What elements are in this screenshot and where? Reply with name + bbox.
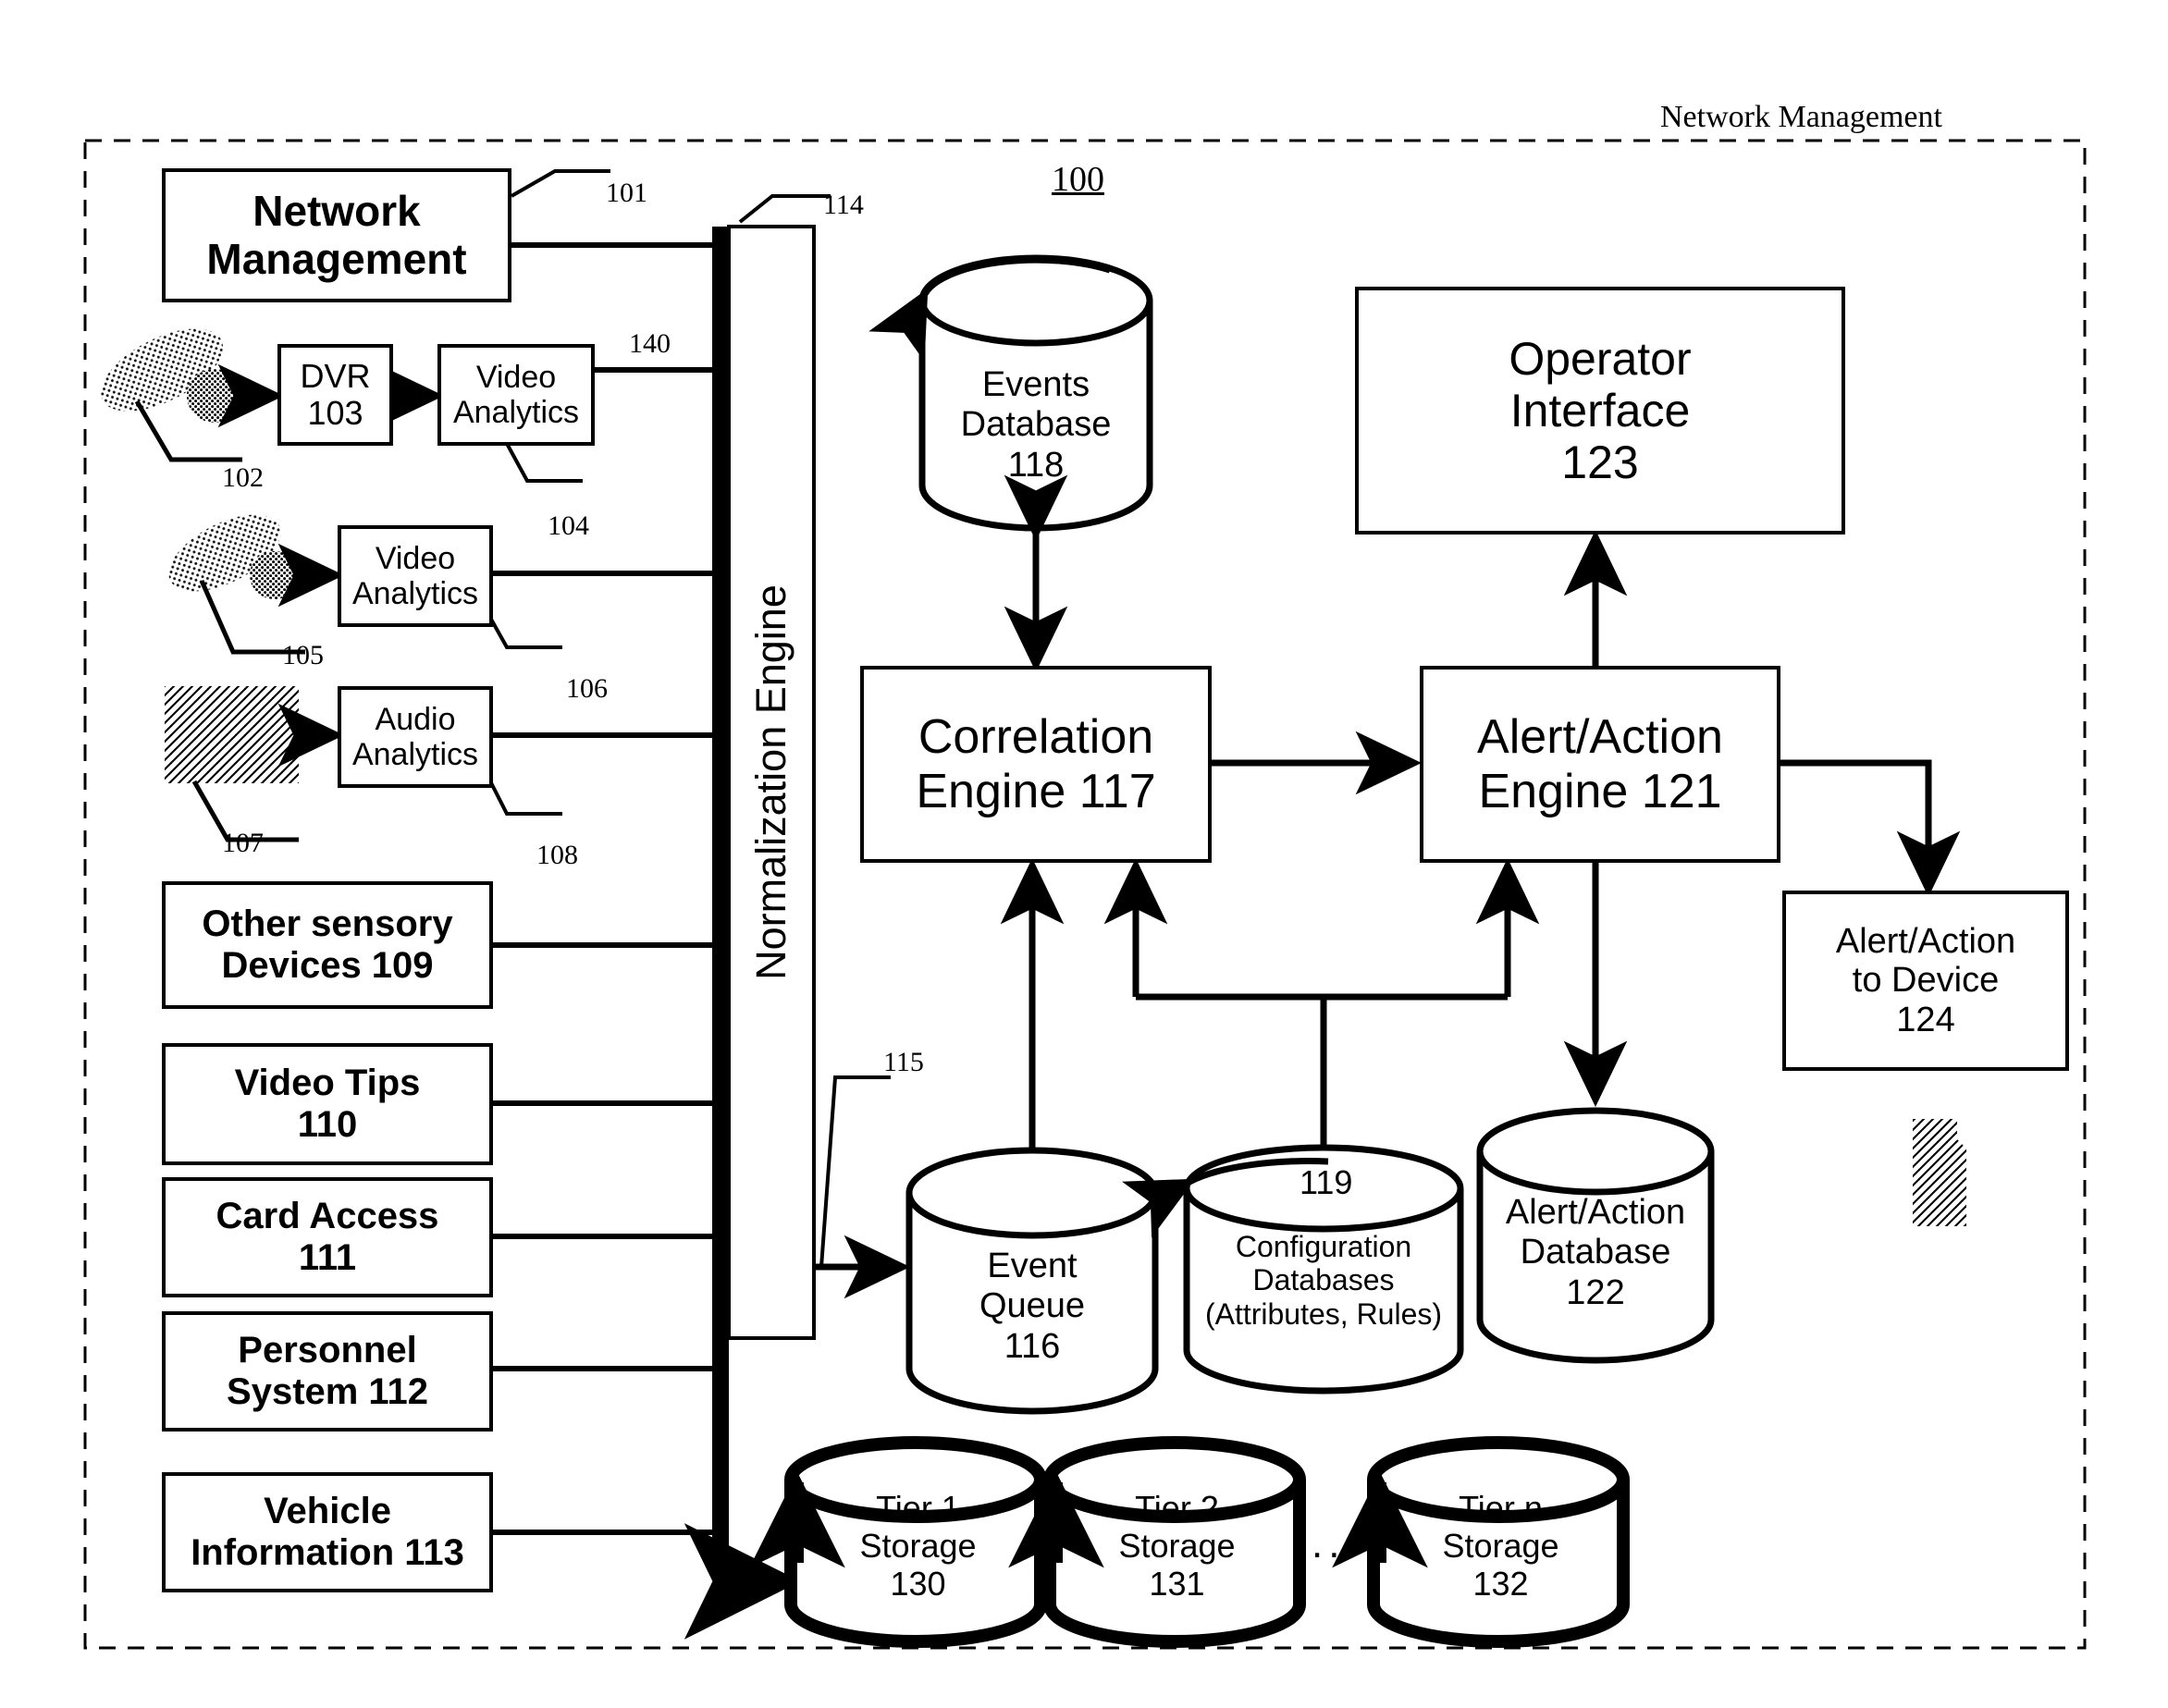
vehicle-information-line1: Vehicle xyxy=(264,1491,391,1532)
vehicle-information-line2: Information 113 xyxy=(191,1532,464,1573)
dvr-line2: 103 xyxy=(307,394,363,432)
audio-analytics-line2: Analytics xyxy=(351,737,479,772)
other-sensory-line2: Devices 109 xyxy=(221,945,434,986)
alert-action-database-cylinder xyxy=(1476,1107,1715,1364)
block-other-sensory-devices[interactable]: Other sensory Devices 109 xyxy=(162,881,493,1009)
leader-101 xyxy=(511,169,610,198)
other-sensory-line1: Other sensory xyxy=(202,903,453,945)
events-database-cylinder xyxy=(918,254,1153,532)
ref-100: 100 xyxy=(1052,160,1104,199)
video-analytics-2-line1: Video xyxy=(375,540,456,576)
config-db-feed-bus xyxy=(1132,869,1511,1148)
correlation-engine-line2: Engine 117 xyxy=(916,764,1156,818)
video-tips-line2: 110 xyxy=(297,1104,358,1145)
arrow-alert-action-to-device xyxy=(1780,759,1961,898)
video-tips-line1: Video Tips xyxy=(234,1063,421,1104)
ref-106: 106 xyxy=(566,673,608,704)
leader-106 xyxy=(479,600,562,649)
leader-114 xyxy=(738,194,831,224)
ref-102: 102 xyxy=(222,462,264,493)
alert-action-device-line3: 124 xyxy=(1896,1000,1955,1039)
block-alert-action-to-device[interactable]: Alert/Action to Device 124 xyxy=(1782,891,2069,1071)
block-operator-interface[interactable]: Operator Interface 123 xyxy=(1355,287,1845,535)
figure-canvas: Network Management Network Management DV… xyxy=(0,0,2168,1708)
normalization-engine-label: Normalization Engine xyxy=(747,523,795,1041)
network-management-line1: Network xyxy=(253,186,421,235)
alert-action-device-line1: Alert/Action xyxy=(1835,921,2016,961)
personnel-system-line1: Personnel xyxy=(238,1330,417,1371)
event-queue-cylinder xyxy=(905,1147,1159,1415)
block-vehicle-information[interactable]: Vehicle Information 113 xyxy=(162,1472,493,1592)
card-access-line1: Card Access xyxy=(216,1196,439,1237)
block-dvr[interactable]: DVR 103 xyxy=(277,344,393,446)
ref-101: 101 xyxy=(606,178,647,208)
alert-action-engine-line1: Alert/Action xyxy=(1477,710,1723,765)
network-management-line2: Management xyxy=(206,234,467,283)
block-network-management[interactable]: Network Management xyxy=(162,168,511,302)
audio-sensor-icon-107 xyxy=(165,686,299,842)
normalization-bus-bar xyxy=(712,227,729,1577)
block-alert-action-engine[interactable]: Alert/Action Engine 121 xyxy=(1420,666,1780,863)
block-video-tips[interactable]: Video Tips 110 xyxy=(162,1043,493,1165)
camera-icon-102 xyxy=(101,328,242,462)
leader-108 xyxy=(479,762,562,816)
operator-interface-line1: Operator xyxy=(1509,333,1692,385)
alert-action-device-line2: to Device xyxy=(1852,961,2000,1001)
tier1-storage-cylinder xyxy=(784,1436,1047,1648)
block-video-analytics-1[interactable]: Video Analytics xyxy=(437,344,595,446)
tiern-storage-cylinder xyxy=(1367,1436,1630,1648)
block-audio-analytics[interactable]: Audio Analytics xyxy=(338,686,493,788)
audio-analytics-line1: Audio xyxy=(375,701,456,737)
ref-114: 114 xyxy=(823,190,864,220)
ref-107: 107 xyxy=(222,828,264,858)
mobile-device-icon xyxy=(1913,1119,1966,1226)
block-card-access[interactable]: Card Access 111 xyxy=(162,1177,493,1297)
ref-105: 105 xyxy=(282,640,324,670)
block-personnel-system[interactable]: Personnel System 112 xyxy=(162,1311,493,1432)
card-access-line2: 111 xyxy=(298,1237,357,1278)
leader-115 xyxy=(819,1075,891,1268)
ref-108: 108 xyxy=(536,840,578,870)
tier2-storage-cylinder xyxy=(1043,1436,1306,1648)
block-video-analytics-2[interactable]: Video Analytics xyxy=(338,525,493,627)
alert-action-engine-line2: Engine 121 xyxy=(1478,764,1722,818)
camera-icon-105 xyxy=(168,514,305,655)
video-analytics-1-line1: Video xyxy=(475,359,557,395)
dvr-line1: DVR xyxy=(300,356,371,395)
storage-ellipsis: ... xyxy=(1312,1521,1362,1567)
correlation-engine-line1: Correlation xyxy=(918,710,1154,765)
personnel-system-line2: System 112 xyxy=(227,1371,428,1412)
video-analytics-1-line2: Analytics xyxy=(452,395,580,430)
ref-119: 119 xyxy=(1300,1163,1353,1201)
block-correlation-engine[interactable]: Correlation Engine 117 xyxy=(860,666,1212,863)
operator-interface-line3: 123 xyxy=(1561,436,1639,488)
ref-104: 104 xyxy=(548,510,589,541)
ref-140: 140 xyxy=(629,328,671,359)
operator-interface-line2: Interface xyxy=(1509,385,1691,436)
normalization-engine-text: Normalization Engine xyxy=(747,584,795,980)
ref-115: 115 xyxy=(883,1047,924,1077)
video-analytics-2-line2: Analytics xyxy=(351,576,479,611)
